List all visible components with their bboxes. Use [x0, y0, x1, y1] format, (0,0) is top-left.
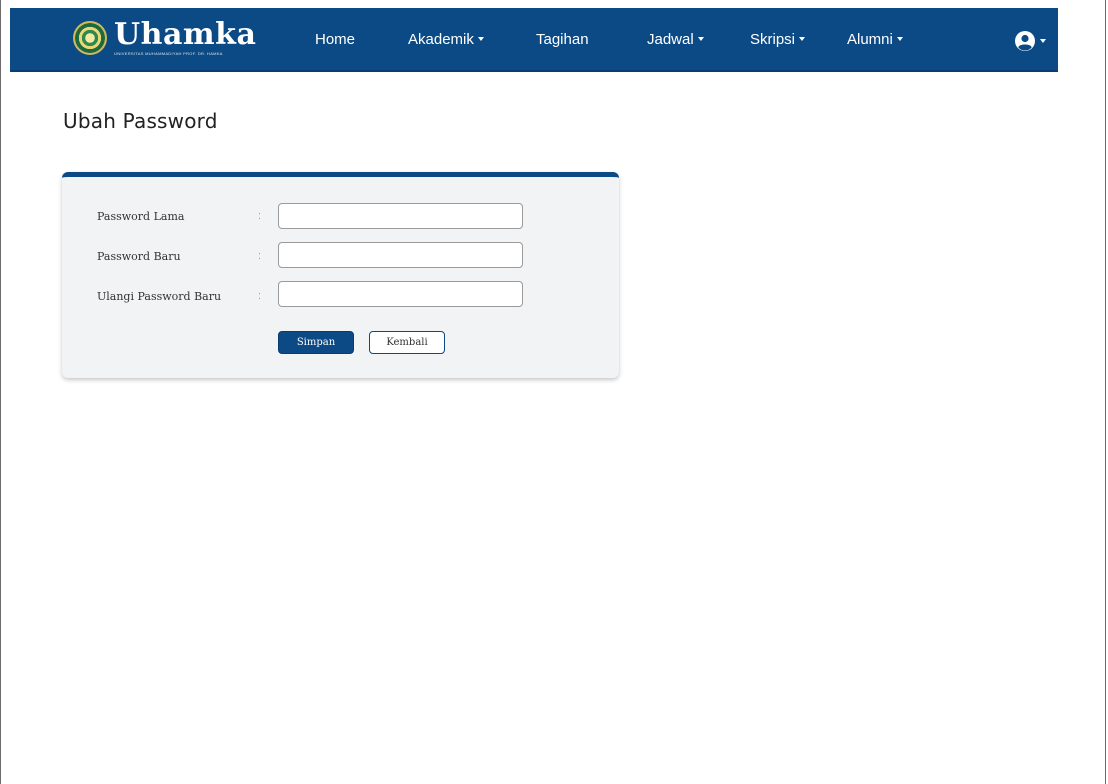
brand-logo[interactable]: Uhamka UNIVERSITAS MUHAMMADIYAH PROF. DR…: [73, 19, 256, 63]
brand-tagline: UNIVERSITAS MUHAMMADIYAH PROF. DR. HAMKA: [114, 51, 223, 56]
old-password-label: Password Lama: [97, 210, 185, 223]
change-password-card: Password Lama : Password Baru : Ulangi P…: [62, 172, 619, 378]
field-separator: :: [258, 210, 262, 222]
nav-item-jadwal[interactable]: Jadwal: [647, 30, 704, 50]
old-password-input[interactable]: [278, 203, 523, 229]
nav-item-alumni[interactable]: Alumni: [847, 30, 903, 50]
save-button[interactable]: Simpan: [278, 331, 354, 354]
top-navbar: Uhamka UNIVERSITAS MUHAMMADIYAH PROF. DR…: [10, 8, 1058, 72]
nav-item-label: Tagihan: [536, 31, 589, 48]
field-separator: :: [258, 290, 262, 302]
browser-viewport: Uhamka UNIVERSITAS MUHAMMADIYAH PROF. DR…: [0, 0, 1106, 784]
nav-item-label: Jadwal: [647, 31, 694, 48]
new-password-label: Password Baru: [97, 250, 181, 263]
caret-down-icon: [697, 37, 704, 41]
page-title: Ubah Password: [63, 109, 218, 133]
nav-item-label: Alumni: [847, 31, 893, 48]
brand-name: Uhamka: [114, 17, 257, 52]
university-emblem-icon: [73, 21, 107, 55]
confirm-password-input[interactable]: [278, 281, 523, 307]
nav-item-home[interactable]: Home: [315, 30, 355, 50]
brand-text: Uhamka UNIVERSITAS MUHAMMADIYAH PROF. DR…: [114, 19, 256, 57]
nav-item-label: Akademik: [408, 31, 474, 48]
new-password-input[interactable]: [278, 242, 523, 268]
nav-item-label: Skripsi: [750, 31, 796, 48]
caret-down-icon: [1040, 39, 1046, 43]
user-circle-icon: [1015, 31, 1035, 51]
field-separator: :: [258, 250, 262, 262]
confirm-password-label: Ulangi Password Baru: [97, 290, 222, 303]
nav-item-akademik[interactable]: Akademik: [408, 30, 484, 50]
user-menu-toggle[interactable]: [1014, 30, 1046, 52]
back-button[interactable]: Kembali: [369, 331, 445, 354]
nav-item-tagihan[interactable]: Tagihan: [536, 30, 589, 50]
caret-down-icon: [799, 37, 806, 41]
caret-down-icon: [477, 37, 484, 41]
nav-item-label: Home: [315, 31, 356, 48]
nav-item-skripsi[interactable]: Skripsi: [750, 30, 806, 50]
caret-down-icon: [896, 37, 903, 41]
